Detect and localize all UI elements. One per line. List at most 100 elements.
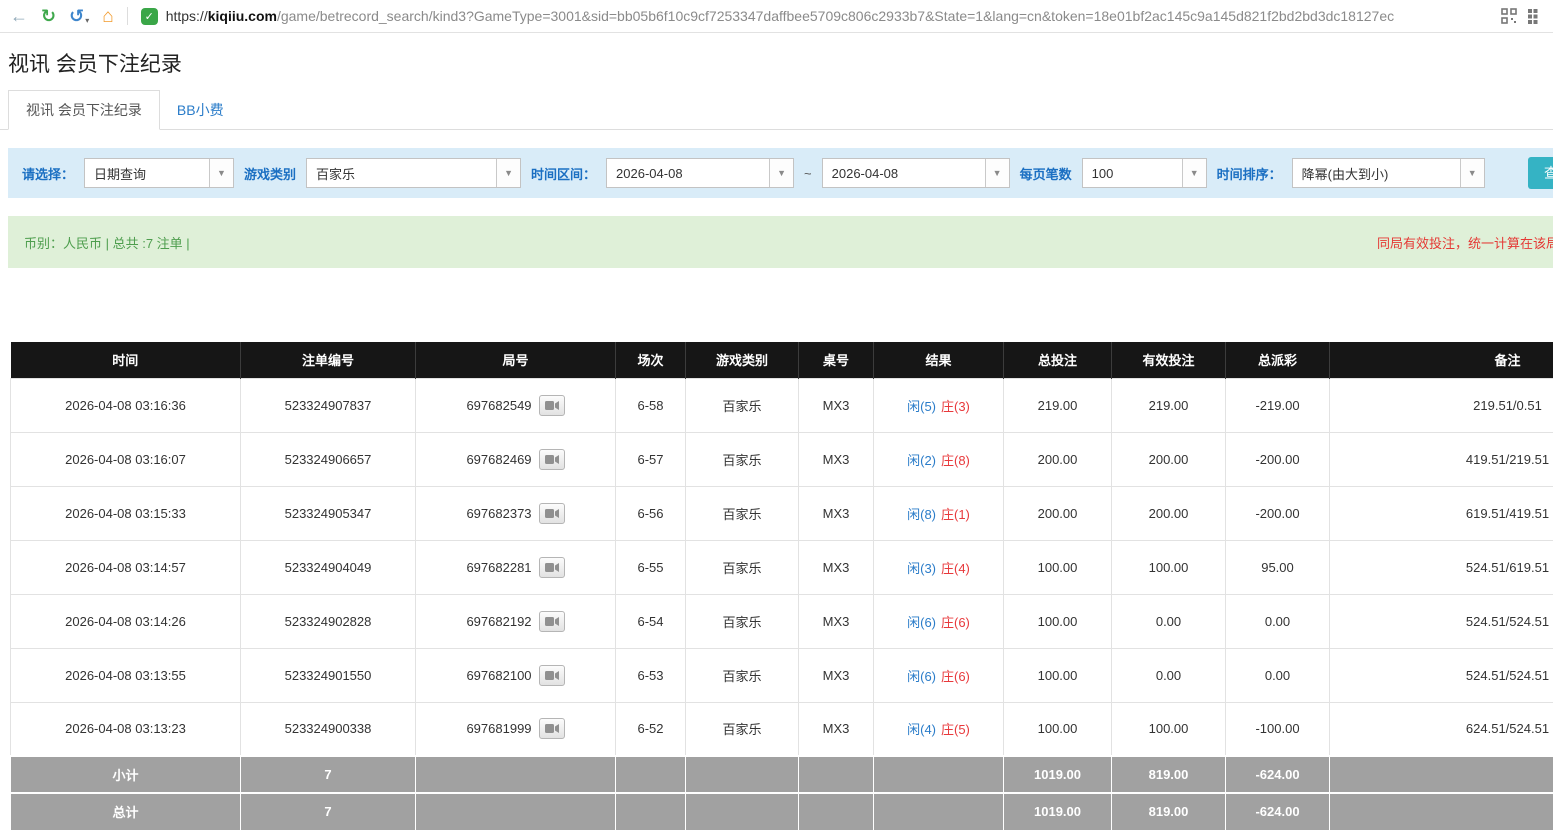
chevron-down-icon[interactable]: ▼ xyxy=(985,159,1009,187)
cell-bet-id: 523324904049 xyxy=(241,540,416,594)
cell-total-bet[interactable]: 219.00 xyxy=(1004,378,1112,432)
summary-valid-bet: 819.00 xyxy=(1112,756,1226,793)
home-icon[interactable]: ⌂ xyxy=(102,7,113,26)
summary-cell-empty xyxy=(686,793,799,830)
tab-bb-tips[interactable]: BB小费 xyxy=(160,91,241,129)
cell-time: 2026-04-08 03:13:55 xyxy=(11,648,241,702)
summary-cell-empty xyxy=(416,793,616,830)
address-bar-actions xyxy=(1501,8,1543,24)
cell-round-id: 697682549 xyxy=(416,378,616,432)
summary-label: 总计 xyxy=(11,793,241,830)
summary-count: 7 xyxy=(241,756,416,793)
page-size-select[interactable]: 100 ▼ xyxy=(1082,158,1207,188)
cell-total-bet[interactable]: 200.00 xyxy=(1004,432,1112,486)
video-replay-button[interactable] xyxy=(539,665,565,686)
cell-session: 6-56 xyxy=(616,486,686,540)
query-type-select[interactable]: 日期查询 ▼ xyxy=(84,158,234,188)
cell-note: 524.51/619.51 xyxy=(1330,540,1553,594)
page-size-value[interactable]: 100 xyxy=(1083,159,1182,187)
video-replay-button[interactable] xyxy=(539,395,565,416)
currency-total-text: 币别：人民币 | 总共 :7 注单 | xyxy=(8,233,190,252)
cell-total-bet[interactable]: 200.00 xyxy=(1004,486,1112,540)
chevron-down-icon[interactable]: ▼ xyxy=(769,159,793,187)
cell-note: 419.51/219.51 xyxy=(1330,432,1553,486)
cell-round-id: 697682281 xyxy=(416,540,616,594)
date-to-picker[interactable]: 2026-04-08 ▼ xyxy=(822,158,1010,188)
game-type-value[interactable]: 百家乐 xyxy=(307,159,496,187)
sort-order-select[interactable]: 降幂(由大到小) ▼ xyxy=(1292,158,1485,188)
date-from-value[interactable]: 2026-04-08 xyxy=(607,159,769,187)
cell-result: 闲(2)庄(8) xyxy=(874,432,1004,486)
video-replay-button[interactable] xyxy=(539,611,565,632)
chevron-down-icon[interactable]: ▼ xyxy=(1182,159,1206,187)
search-button[interactable]: 查询 xyxy=(1528,157,1553,189)
summary-total-bet: 1019.00 xyxy=(1004,756,1112,793)
url-scheme: https:// xyxy=(166,8,208,24)
refresh-icon[interactable]: ↻ xyxy=(41,7,56,25)
summary-payout: -624.00 xyxy=(1226,793,1330,830)
round-id-text: 697682100 xyxy=(466,668,531,683)
cell-table-no: MX3 xyxy=(799,486,874,540)
cell-session: 6-58 xyxy=(616,378,686,432)
date-to-value[interactable]: 2026-04-08 xyxy=(823,159,985,187)
summary-cell-empty xyxy=(874,756,1004,793)
security-shield-icon[interactable]: ✓ xyxy=(141,8,158,25)
cell-total-bet[interactable]: 100.00 xyxy=(1004,702,1112,756)
summary-cell-empty xyxy=(616,793,686,830)
video-camera-icon xyxy=(545,400,559,411)
chevron-down-icon[interactable]: ▼ xyxy=(496,159,520,187)
cell-payout: -219.00 xyxy=(1226,378,1330,432)
video-camera-icon xyxy=(545,616,559,627)
chevron-down-icon[interactable]: ▼ xyxy=(209,159,233,187)
query-type-value[interactable]: 日期查询 xyxy=(85,159,209,187)
cell-result: 闲(5)庄(3) xyxy=(874,378,1004,432)
cell-total-bet[interactable]: 100.00 xyxy=(1004,594,1112,648)
url-text[interactable]: https://kiqiiu.com/game/betrecord_search… xyxy=(166,8,1394,24)
cell-note: 524.51/524.51 xyxy=(1330,648,1553,702)
cell-valid-bet: 0.00 xyxy=(1112,594,1226,648)
video-replay-button[interactable] xyxy=(539,503,565,524)
cell-bet-id: 523324900338 xyxy=(241,702,416,756)
qr-code-icon[interactable] xyxy=(1501,8,1517,24)
column-header: 注单编号 xyxy=(241,342,416,378)
game-type-select[interactable]: 百家乐 ▼ xyxy=(306,158,521,188)
back-icon[interactable]: ← xyxy=(10,7,28,25)
cell-session: 6-57 xyxy=(616,432,686,486)
summary-cell-empty xyxy=(799,793,874,830)
cell-total-bet[interactable]: 100.00 xyxy=(1004,648,1112,702)
result-banker: 庄(3) xyxy=(941,399,970,414)
sort-order-value[interactable]: 降幂(由大到小) xyxy=(1293,159,1460,187)
video-replay-button[interactable] xyxy=(539,449,565,470)
cell-result: 闲(4)庄(5) xyxy=(874,702,1004,756)
cell-valid-bet: 200.00 xyxy=(1112,432,1226,486)
result-player: 闲(6) xyxy=(907,669,936,684)
tab-bet-records[interactable]: 视讯 会员下注纪录 xyxy=(8,90,160,130)
address-bar[interactable]: ✓ https://kiqiiu.com/game/betrecord_sear… xyxy=(141,8,1543,25)
undo-dropdown-icon[interactable]: ▾ xyxy=(85,17,89,25)
video-replay-button[interactable] xyxy=(539,718,565,739)
table-row: 2026-04-08 03:13:55 523324901550 6976821… xyxy=(11,648,1553,702)
video-replay-button[interactable] xyxy=(539,557,565,578)
column-header: 局号 xyxy=(416,342,616,378)
table-row: 2026-04-08 03:14:26 523324902828 6976821… xyxy=(11,594,1553,648)
table-header-row: 时间注单编号局号场次游戏类别桌号结果总投注有效投注总派彩备注 xyxy=(11,342,1553,378)
apps-grid-icon[interactable] xyxy=(1527,8,1543,24)
chevron-down-icon[interactable]: ▼ xyxy=(1460,159,1484,187)
video-camera-icon xyxy=(545,723,559,734)
result-banker: 庄(8) xyxy=(941,453,970,468)
round-id-text: 697682469 xyxy=(466,452,531,467)
cell-game-type: 百家乐 xyxy=(686,378,799,432)
cell-payout: -200.00 xyxy=(1226,432,1330,486)
table-body: 2026-04-08 03:16:36 523324907837 6976825… xyxy=(11,378,1553,756)
page: { "browser": { "url_scheme": "https://",… xyxy=(0,0,1553,818)
date-from-picker[interactable]: 2026-04-08 ▼ xyxy=(606,158,794,188)
undo-icon[interactable]: ↺▾ xyxy=(69,7,89,25)
table-row: 2026-04-08 03:16:36 523324907837 6976825… xyxy=(11,378,1553,432)
summary-cell-empty xyxy=(1330,756,1553,793)
summary-row: 小计 7 1019.00 819.00 -624.00 xyxy=(11,756,1553,793)
cell-payout: 0.00 xyxy=(1226,594,1330,648)
cell-total-bet[interactable]: 100.00 xyxy=(1004,540,1112,594)
undo-arrow-icon: ↺ xyxy=(69,7,84,25)
column-header: 游戏类别 xyxy=(686,342,799,378)
cell-result: 闲(6)庄(6) xyxy=(874,648,1004,702)
